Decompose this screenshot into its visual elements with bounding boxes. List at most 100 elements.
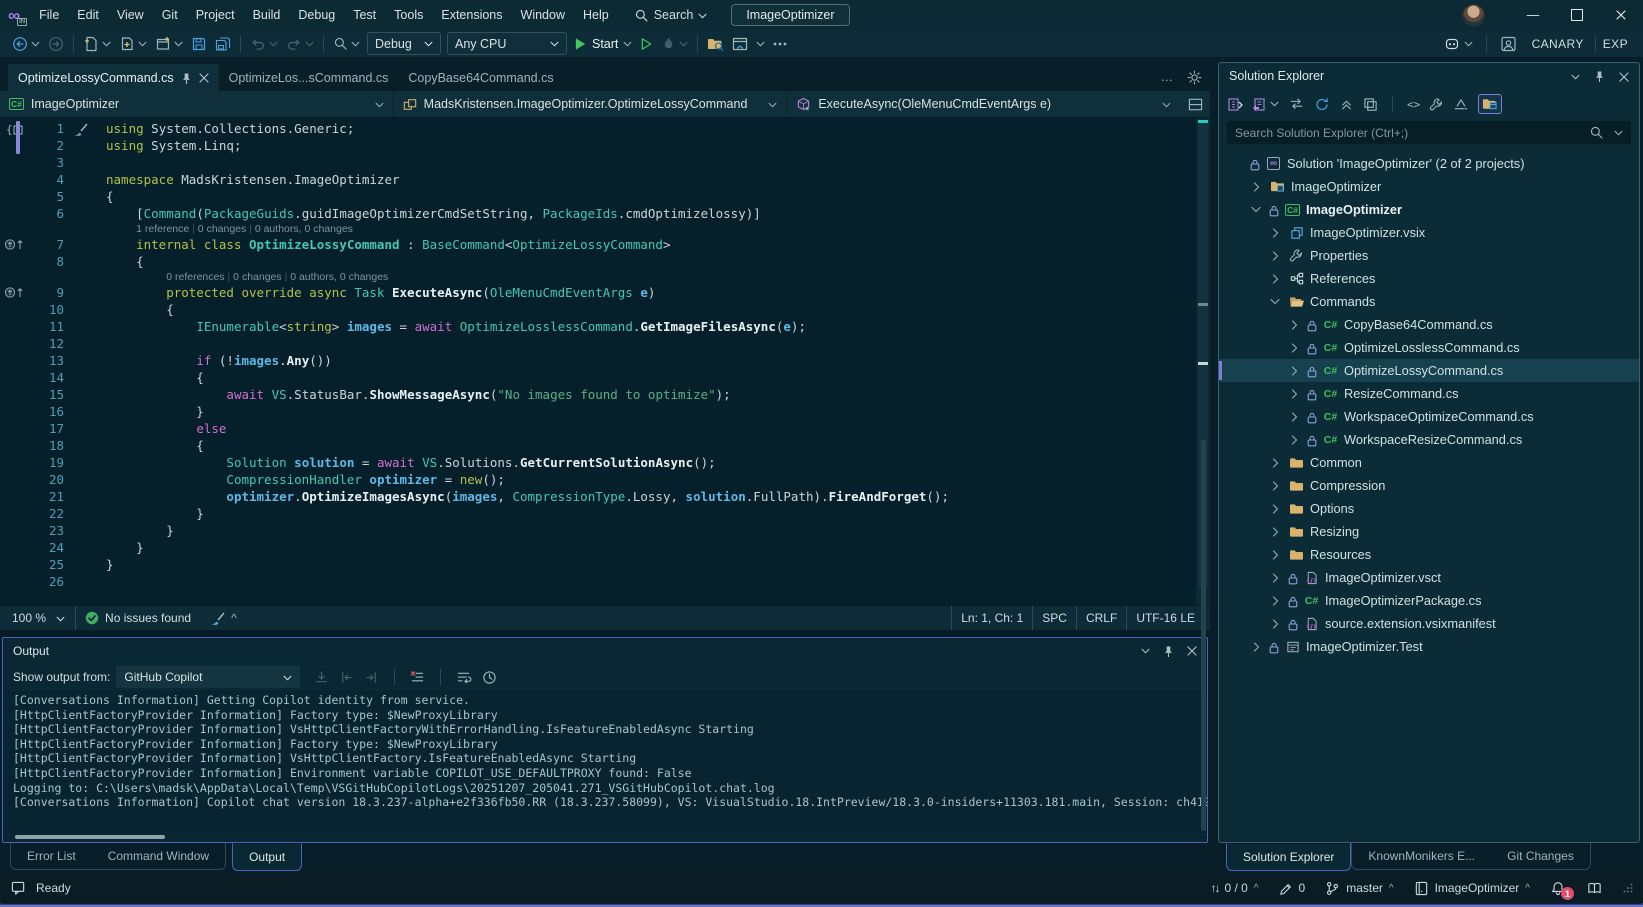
chevron-right-icon[interactable] — [1248, 182, 1264, 192]
close-icon[interactable] — [1187, 643, 1197, 657]
menu-git[interactable]: Git — [153, 0, 187, 30]
zoom-dropdown[interactable]: 100 % — [6, 606, 76, 630]
feedback-monitor-icon[interactable] — [10, 881, 27, 896]
window-home-icon[interactable] — [728, 32, 752, 56]
code-line[interactable]: 20 CompressionHandler optimizer = new(); — [0, 471, 1210, 488]
code-line[interactable]: 6 [Command(PackageGuids.guidImageOptimiz… — [0, 205, 1210, 222]
chevron-down-icon[interactable] — [1141, 643, 1150, 657]
codelens[interactable]: 0 references | 0 changes | 0 authors, 0 … — [0, 270, 1210, 284]
titlebar-search[interactable]: Search — [628, 7, 714, 22]
refresh-icon[interactable] — [1314, 97, 1330, 112]
nav-forward-icon[interactable] — [44, 32, 68, 56]
close-icon[interactable] — [199, 71, 209, 85]
code-line[interactable]: 4namespace MadsKristensen.ImageOptimizer — [0, 171, 1210, 188]
bottom-panel-tab[interactable]: Output — [232, 843, 302, 871]
sync-with-active-icon[interactable] — [1252, 97, 1279, 112]
menu-window[interactable]: Window — [512, 0, 574, 30]
undo-icon[interactable] — [246, 32, 282, 56]
chevron-right-icon[interactable] — [1267, 527, 1283, 537]
code-line[interactable]: 26 — [0, 573, 1210, 590]
indent-mode[interactable]: SPC — [1032, 606, 1076, 630]
chevron-right-icon[interactable] — [1286, 412, 1302, 422]
close-button[interactable] — [1599, 0, 1643, 30]
platform-dropdown[interactable]: Any CPU — [447, 32, 567, 55]
gear-icon[interactable] — [1187, 70, 1202, 85]
tree-item[interactable]: C#ResizeCommand.cs — [1219, 382, 1639, 405]
code-line[interactable]: 14 { — [0, 369, 1210, 386]
two-way-sync-icon[interactable] — [1288, 97, 1305, 111]
chevron-right-icon[interactable] — [1267, 481, 1283, 491]
add-item-icon[interactable] — [115, 32, 151, 56]
switch-solutions-icon[interactable] — [1227, 97, 1243, 112]
code-line[interactable]: 18 { — [0, 437, 1210, 454]
minimize-button[interactable]: — — [1511, 0, 1555, 30]
bottom-panel-tab[interactable]: Command Window — [92, 843, 225, 869]
menu-test[interactable]: Test — [344, 0, 385, 30]
tree-item[interactable]: C#OptimizeLossyCommand.cs — [1219, 359, 1639, 382]
tree-item[interactable]: Options — [1219, 497, 1639, 520]
code-line[interactable]: 2using System.Linq; — [0, 137, 1210, 154]
tree-item[interactable]: ImageOptimizer.vsct — [1219, 566, 1639, 589]
code-line[interactable]: 17 else — [0, 420, 1210, 437]
tree-item[interactable]: C#ImageOptimizer — [1219, 198, 1639, 221]
chevron-right-icon[interactable] — [1286, 389, 1302, 399]
overflow-icon[interactable] — [769, 32, 791, 56]
document-outline-icon[interactable]: { — [0, 120, 30, 137]
bell-status[interactable]: 1 — [1550, 881, 1566, 896]
maximize-button[interactable] — [1555, 0, 1599, 30]
menu-debug[interactable]: Debug — [289, 0, 344, 30]
tree-item[interactable]: References — [1219, 267, 1639, 290]
folder-view-icon[interactable] — [1478, 94, 1502, 114]
code-line[interactable]: 5{ — [0, 188, 1210, 205]
chevron-right-icon[interactable] — [1267, 458, 1283, 468]
chevron-right-icon[interactable] — [1267, 228, 1283, 238]
search-icon[interactable] — [329, 32, 364, 56]
output-vscrollbar[interactable] — [1200, 88, 1208, 870]
code-line[interactable]: 19 Solution solution = await VS.Solution… — [0, 454, 1210, 471]
code-line[interactable]: 16 } — [0, 403, 1210, 420]
chevron-right-icon[interactable] — [1267, 619, 1283, 629]
chevron-right-icon[interactable] — [1248, 642, 1264, 652]
chevron-down-icon[interactable] — [1571, 69, 1580, 83]
tree-item[interactable]: Commands — [1219, 290, 1639, 313]
menu-help[interactable]: Help — [574, 0, 618, 30]
tree-item[interactable]: Resizing — [1219, 520, 1639, 543]
caret-position[interactable]: Ln: 1, Ch: 1 — [951, 606, 1032, 630]
code-line[interactable]: 13 if (!images.Any()) — [0, 352, 1210, 369]
tree-item[interactable]: Compression — [1219, 474, 1639, 497]
tree-item[interactable]: C#CopyBase64Command.cs — [1219, 313, 1639, 336]
bottom-panel-tab[interactable]: Error List — [11, 843, 92, 869]
user-avatar[interactable] — [1462, 4, 1485, 27]
arrows-updown-status[interactable]: ↑↓0 / 0^ — [1210, 881, 1258, 895]
chevron-down-icon[interactable] — [1267, 298, 1283, 305]
output-hscrollbar[interactable] — [3, 833, 1207, 842]
new-file-icon[interactable] — [79, 32, 115, 56]
code-line[interactable]: 25} — [0, 556, 1210, 573]
resize-grip-icon[interactable] — [1623, 883, 1633, 893]
member-dropdown[interactable]: ExecuteAsync(OleMenuCmdEventArgs e) — [787, 91, 1180, 117]
code-line[interactable]: 22 } — [0, 505, 1210, 522]
clear-all-icon[interactable] — [410, 669, 425, 684]
save-icon[interactable] — [187, 32, 211, 56]
menu-view[interactable]: View — [108, 0, 153, 30]
menu-extensions[interactable]: Extensions — [432, 0, 511, 30]
code-line[interactable]: 11 IEnumerable<string> images = await Op… — [0, 318, 1210, 335]
preview-selected-icon[interactable] — [1453, 97, 1469, 112]
code-line[interactable]: 23 } — [0, 522, 1210, 539]
type-dropdown[interactable]: MadsKristensen.ImageOptimizer.OptimizeLo… — [394, 91, 788, 117]
code-line[interactable]: 21 optimizer.OptimizeImagesAsync(images,… — [0, 488, 1210, 505]
tree-item[interactable]: ∞Solution 'ImageOptimizer' (2 of 2 proje… — [1219, 152, 1639, 175]
pencil-status[interactable]: 0 — [1279, 881, 1306, 896]
chevron-right-icon[interactable] — [1267, 504, 1283, 514]
chevron-right-icon[interactable] — [1286, 343, 1302, 353]
solution-explorer-search[interactable]: Search Solution Explorer (Ctrl+;) — [1227, 121, 1631, 144]
pin-icon[interactable] — [1594, 69, 1605, 83]
code-line[interactable]: 15 await VS.StatusBar.ShowMessageAsync("… — [0, 386, 1210, 403]
redo-icon[interactable] — [282, 32, 318, 56]
project-dropdown[interactable]: C# ImageOptimizer — [0, 91, 394, 117]
code-view-icon[interactable]: <> — [1407, 98, 1420, 111]
chevron-right-icon[interactable] — [1267, 550, 1283, 560]
code-line[interactable]: 3 — [0, 154, 1210, 171]
code-cleanup-button[interactable]: ^ — [200, 611, 246, 626]
folder-search-icon[interactable] — [703, 32, 728, 56]
